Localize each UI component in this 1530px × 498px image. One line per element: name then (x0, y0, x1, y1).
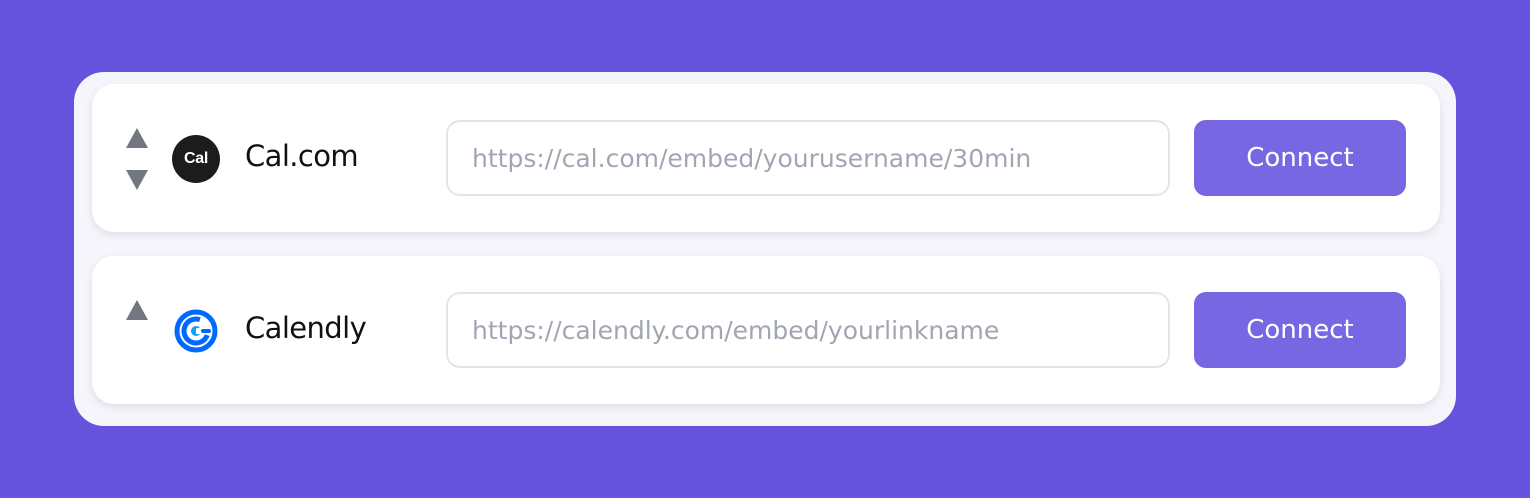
arrow-down-icon[interactable] (126, 170, 148, 190)
integration-row-calendly: Calendly Connect (92, 256, 1440, 404)
url-input[interactable] (446, 292, 1170, 368)
cal-com-logo-text: Cal (184, 150, 208, 167)
integrations-panel: Cal Cal.com Connect Calendly Connect (74, 72, 1456, 426)
reorder-controls (126, 128, 150, 198)
arrow-up-icon[interactable] (126, 128, 148, 148)
arrow-up-icon[interactable] (126, 300, 148, 320)
cal-com-logo-icon: Cal (172, 135, 220, 183)
url-input[interactable] (446, 120, 1170, 196)
integration-row-cal-com: Cal Cal.com Connect (92, 84, 1440, 232)
integration-name: Calendly (245, 311, 367, 345)
connect-button[interactable]: Connect (1194, 120, 1406, 196)
reorder-controls (126, 300, 150, 370)
connect-button[interactable]: Connect (1194, 292, 1406, 368)
integration-name: Cal.com (245, 139, 359, 173)
calendly-logo-icon (172, 307, 220, 355)
